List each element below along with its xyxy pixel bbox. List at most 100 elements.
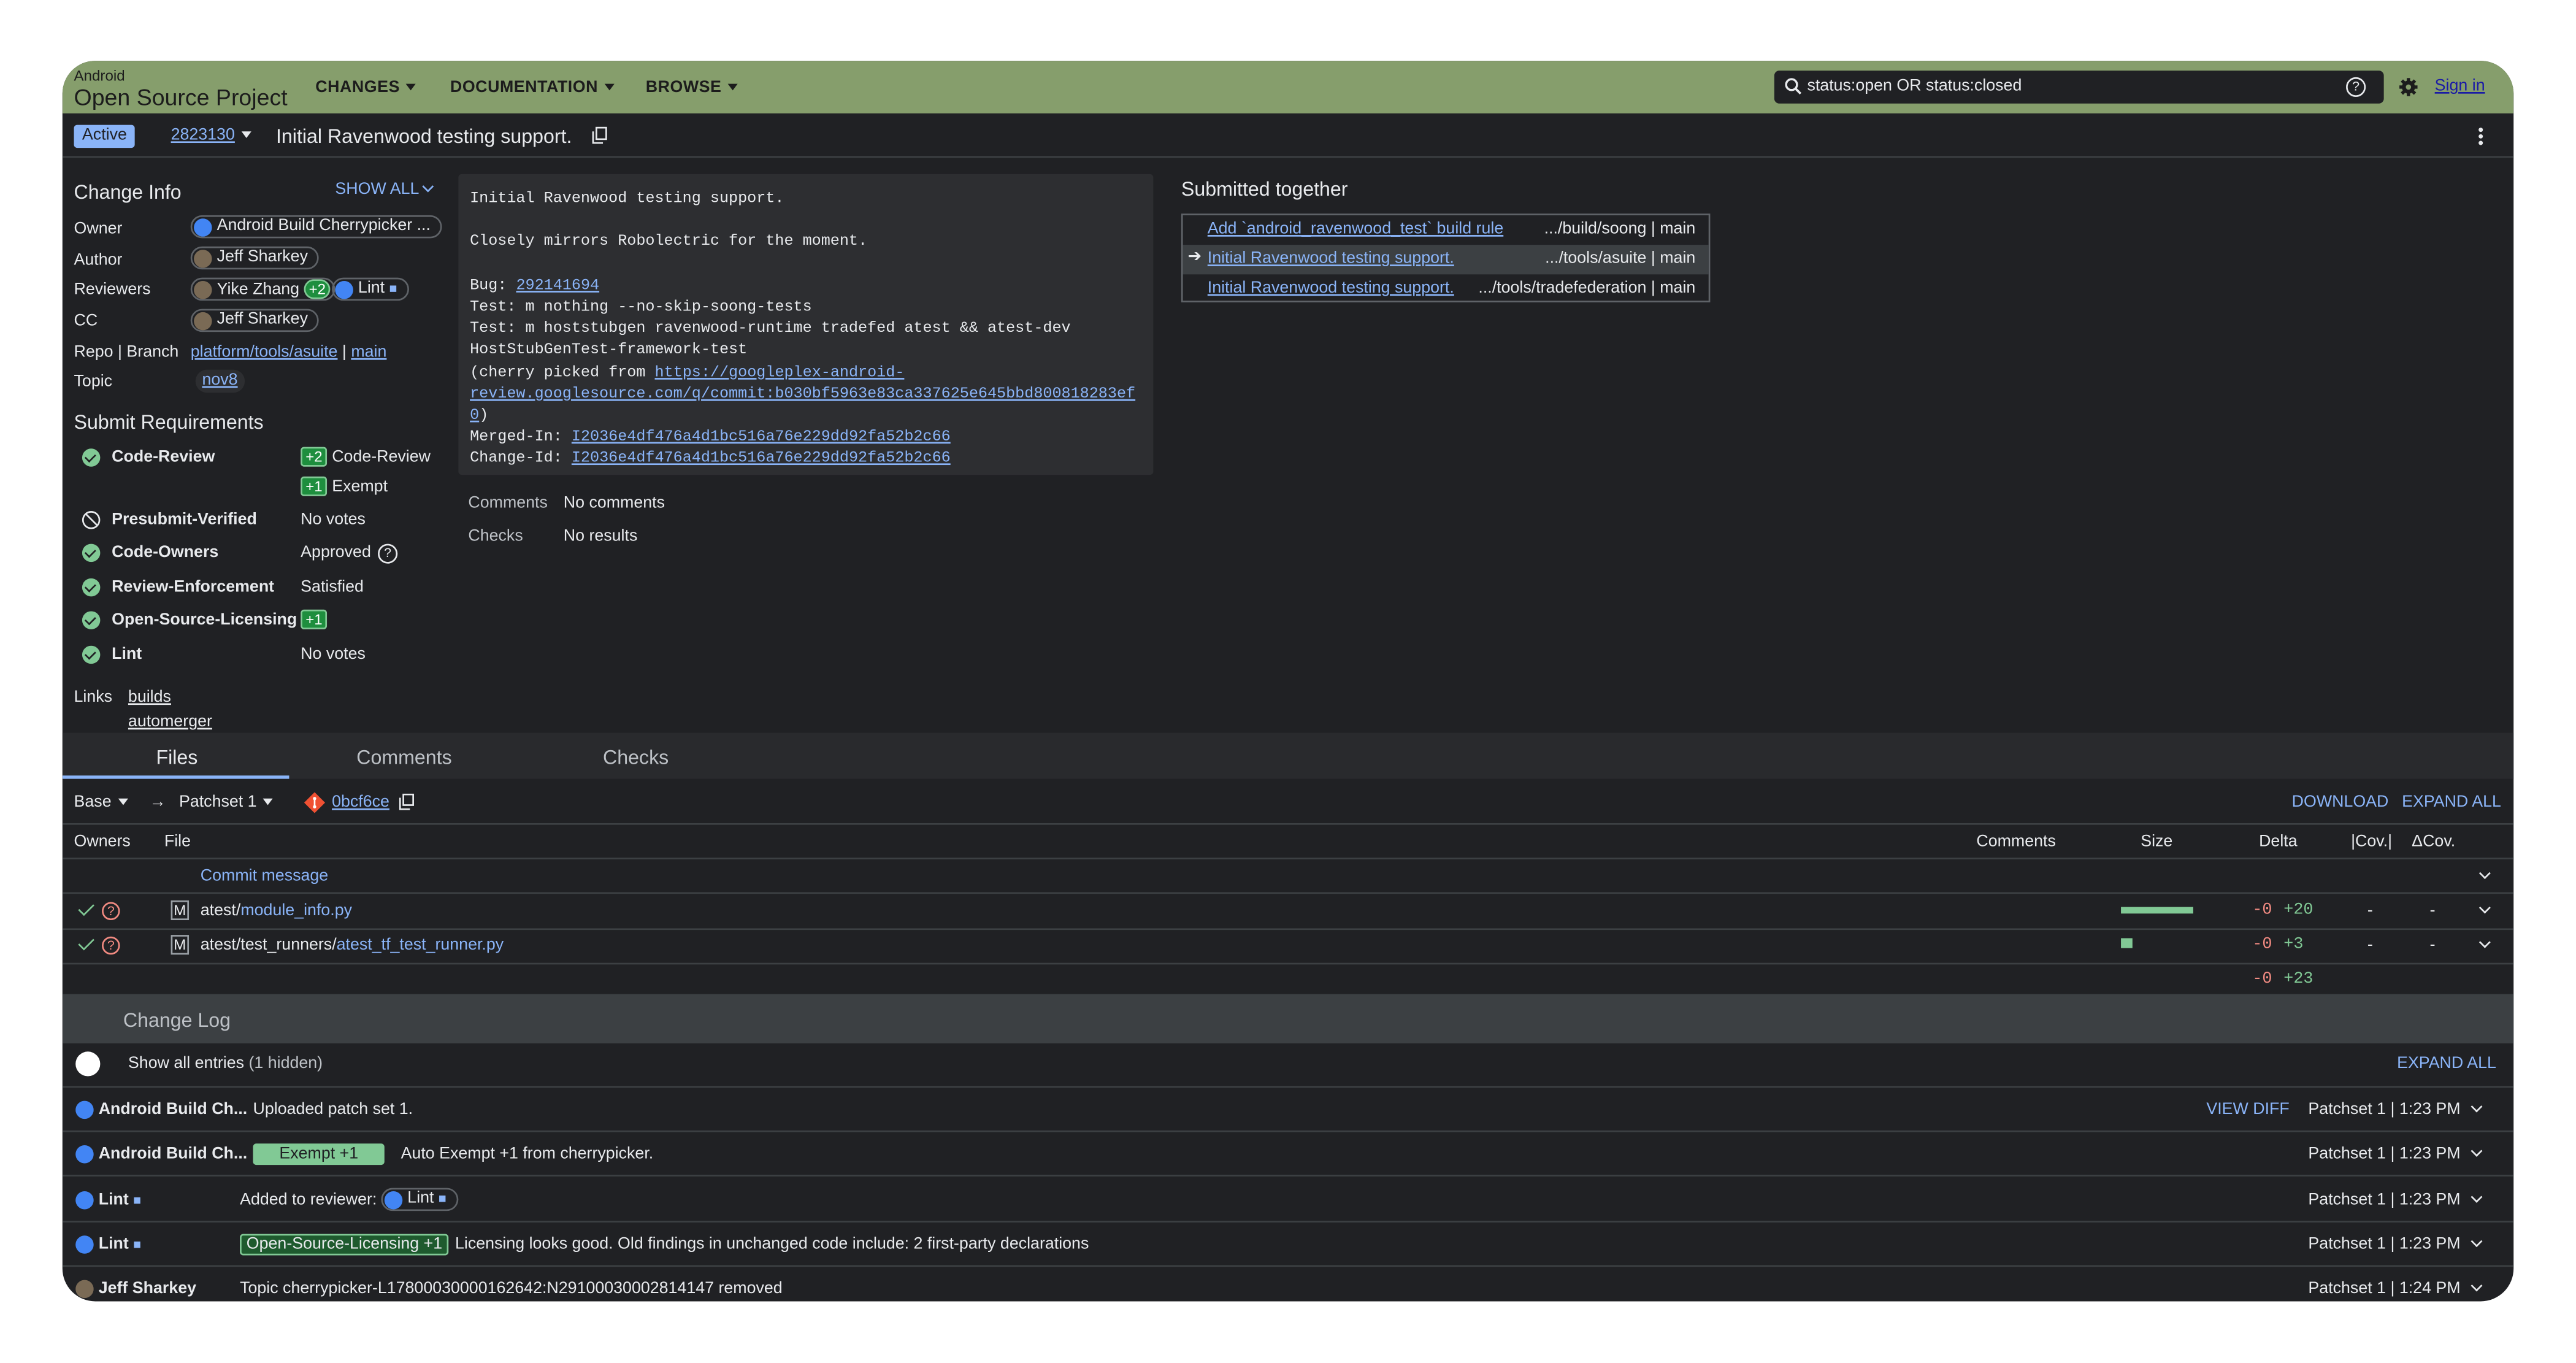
search-input[interactable]: status:open OR status:closed ? xyxy=(1774,71,2384,104)
tab-comments[interactable]: Comments xyxy=(356,746,451,769)
view-diff-button[interactable]: VIEW DIFF xyxy=(2206,1101,2289,1119)
avatar xyxy=(75,1235,94,1254)
list-item[interactable]: Android Build Ch... Exempt +1 Auto Exemp… xyxy=(62,1130,2514,1175)
log-patchset: Patchset 1 | 1:23 PM xyxy=(2308,1191,2461,1210)
list-item[interactable]: ➔ Initial Ravenwood testing support. .../t… xyxy=(1183,245,1709,275)
reviewer-chip[interactable]: Yike Zhang +2 xyxy=(190,277,336,301)
repo-link[interactable]: platform/tools/asuite xyxy=(191,344,338,361)
avatar xyxy=(75,1191,94,1210)
robot-icon: ■ xyxy=(133,1192,142,1208)
avatar xyxy=(194,312,212,331)
check-circle-icon xyxy=(82,578,101,597)
copy-icon[interactable] xyxy=(591,126,608,144)
requirement-name: Presubmit-Verified xyxy=(112,511,257,529)
log-message: Uploaded patch set 1. xyxy=(253,1100,413,1119)
expand-all-log-button[interactable]: EXPAND ALL xyxy=(2397,1055,2496,1073)
chevron-down-icon[interactable] xyxy=(2478,936,2491,948)
log-message: Auto Exempt +1 from cherrypicker. xyxy=(401,1145,654,1164)
merged-in-link[interactable]: I2036e4df476a4d1bc516a76e229dd92fa52b2c6… xyxy=(572,428,951,445)
chevron-down-icon[interactable] xyxy=(2471,1235,2483,1248)
list-item[interactable]: Initial Ravenwood testing support. .../to… xyxy=(1183,274,1709,304)
brand-large[interactable]: Open Source Project xyxy=(74,84,288,110)
cherry-pick-link[interactable]: https://googleplex-android- xyxy=(655,363,905,380)
nav-changes[interactable]: CHANGES xyxy=(315,79,416,97)
file-path[interactable]: atest/test_runners/atest_tf_test_runner.… xyxy=(201,937,504,954)
avatar xyxy=(75,1280,94,1299)
author-chip[interactable]: Jeff Sharkey xyxy=(190,246,320,270)
divider xyxy=(62,823,2514,825)
status-badge: Active xyxy=(74,125,136,148)
reviewer-chip[interactable]: Lint ■ xyxy=(332,277,409,301)
chevron-down-icon[interactable] xyxy=(2471,1145,2483,1157)
requirement-value: +1 Exempt xyxy=(301,476,388,496)
bug-link[interactable]: 292141694 xyxy=(516,276,599,294)
avatar xyxy=(194,250,212,268)
check-circle-icon xyxy=(82,543,101,562)
list-item[interactable]: Android Build Ch... Uploaded patch set 1… xyxy=(62,1086,2514,1131)
brand-small: Android xyxy=(74,67,125,84)
commit-link[interactable]: 0bcf6ce xyxy=(332,794,389,812)
comments-label: Comments xyxy=(468,494,548,513)
checks-label: Checks xyxy=(468,527,523,546)
check-circle-icon xyxy=(82,448,101,467)
log-patchset: Patchset 1 | 1:24 PM xyxy=(2308,1280,2461,1299)
help-icon[interactable]: ? xyxy=(2346,77,2366,98)
topic-chip[interactable]: nov8 xyxy=(195,369,245,393)
more-vert-icon[interactable] xyxy=(2477,126,2484,146)
base-dropdown[interactable]: Base xyxy=(74,794,128,812)
sign-in-link[interactable]: Sign in xyxy=(2435,77,2485,95)
owner-chip[interactable]: Android Build Cherrypicker ... xyxy=(190,215,442,239)
list-item[interactable]: Jeff Sharkey Topic cherrypicker-L1780003… xyxy=(62,1265,2514,1302)
robot-icon: ■ xyxy=(438,1191,447,1207)
check-circle-icon xyxy=(82,611,101,629)
reviewer-chip[interactable]: Lint ■ xyxy=(381,1188,458,1211)
reviewers-label: Reviewers xyxy=(74,281,151,299)
top-header: Android Open Source Project CHANGES DOCU… xyxy=(62,61,2514,113)
branch-link[interactable]: main xyxy=(351,344,386,361)
table-row[interactable]: ? M atest/test_runners/atest_tf_test_run… xyxy=(63,928,2513,962)
patchset-dropdown[interactable]: Patchset 1 xyxy=(179,794,274,812)
chevron-down-icon[interactable] xyxy=(2471,1280,2483,1292)
requirement-value: +2 Code-Review xyxy=(301,447,431,467)
link-builds[interactable]: builds xyxy=(128,688,171,706)
cov-value: - xyxy=(2367,902,2373,921)
avatar xyxy=(384,1191,403,1210)
show-all-toggle[interactable] xyxy=(75,1051,101,1077)
help-icon[interactable]: ? xyxy=(378,543,398,564)
file-path[interactable]: atest/module_info.py xyxy=(201,902,352,920)
list-item[interactable]: Lint ■ Added to reviewer: Lint ■ Patchse… xyxy=(62,1175,2514,1219)
avatar xyxy=(75,1100,94,1119)
chevron-down-icon[interactable] xyxy=(2478,902,2491,914)
list-item[interactable]: Add `android_ravenwood_test` build rule.… xyxy=(1183,215,1709,245)
chevron-down-icon[interactable] xyxy=(2471,1191,2483,1203)
cc-chip[interactable]: Jeff Sharkey xyxy=(190,309,320,332)
copy-icon[interactable] xyxy=(399,793,415,810)
avatar xyxy=(194,218,212,237)
change-log-title: Change Log xyxy=(123,1008,231,1032)
gerrit-window: Android Open Source Project CHANGES DOCU… xyxy=(62,61,2514,1302)
nav-browse[interactable]: BROWSE xyxy=(646,79,738,97)
tab-checks[interactable]: Checks xyxy=(603,746,669,769)
requirement-name: Code-Review xyxy=(112,448,215,467)
expand-all-button[interactable]: EXPAND ALL xyxy=(2402,794,2501,812)
list-item[interactable]: Lint ■ Open-Source-Licensing +1 Licensin… xyxy=(62,1221,2514,1265)
change-info-title: Change Info xyxy=(74,180,182,204)
nav-documentation[interactable]: DOCUMENTATION xyxy=(450,79,615,97)
link-automerger[interactable]: automerger xyxy=(128,713,212,731)
download-button[interactable]: DOWNLOAD xyxy=(2292,794,2389,812)
change-number-dropdown[interactable]: 2823130 xyxy=(171,126,251,145)
show-all-button[interactable]: SHOW ALL xyxy=(335,180,434,199)
change-id-link[interactable]: I2036e4df476a4d1bc516a76e229dd92fa52b2c6… xyxy=(572,449,951,467)
log-patchset: Patchset 1 | 1:23 PM xyxy=(2308,1100,2461,1119)
gear-icon[interactable] xyxy=(2399,77,2418,97)
column-comments: Comments xyxy=(1976,833,2056,851)
tab-files[interactable]: Files xyxy=(156,746,197,769)
log-message: Licensing looks good. Old findings in un… xyxy=(454,1235,1089,1254)
vote-badge: +2 xyxy=(304,279,331,299)
log-author: Android Build Ch... xyxy=(98,1145,248,1164)
log-message: Topic cherrypicker-L17800030000162642:N2… xyxy=(240,1280,783,1299)
chevron-down-icon[interactable] xyxy=(2478,867,2491,880)
chevron-down-icon[interactable] xyxy=(2471,1100,2483,1113)
table-row[interactable]: ? M atest/module_info.py -0 +20 - - xyxy=(63,894,2513,928)
commit-message-link[interactable]: Commit message xyxy=(201,867,328,885)
